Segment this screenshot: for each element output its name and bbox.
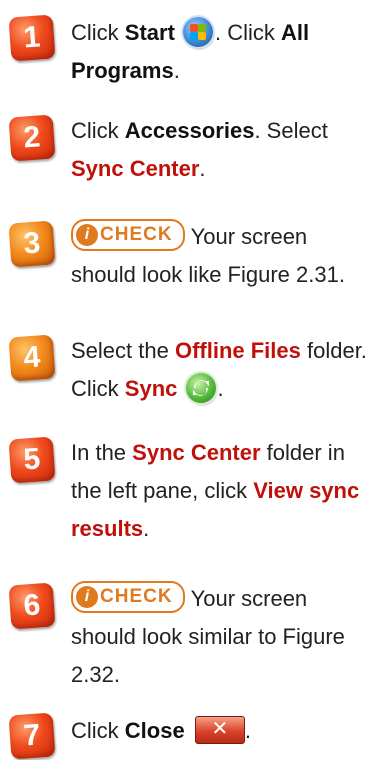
sync-center-emphasis: Sync Center <box>71 156 200 181</box>
text-run: . <box>217 376 224 401</box>
step-text: Click Accessories. Select Sync Center. <box>71 112 376 188</box>
accessories-emphasis: Accessories <box>124 118 255 143</box>
close-emphasis: Close <box>124 718 185 743</box>
windows-start-orb-icon <box>183 17 214 48</box>
sync-emphasis: Sync <box>124 376 178 401</box>
text-run: . <box>199 156 206 181</box>
step-text: Select the Offline Files folder. Click S… <box>71 332 376 408</box>
text-run: . <box>244 718 251 743</box>
start-emphasis: Start <box>124 20 175 45</box>
check-label: CHECK <box>100 586 173 608</box>
text-run: Select the <box>71 338 175 363</box>
text-run: . Click <box>215 20 282 45</box>
step-text: i CHECK Your screen should look like Figur… <box>71 218 376 294</box>
check-label: CHECK <box>100 224 173 246</box>
check-exclamation-icon: i <box>76 224 98 247</box>
text-run: Click <box>71 20 125 45</box>
step-number-badge: 5 <box>8 436 56 484</box>
step-text: Click Close ✕. <box>71 712 376 750</box>
text-run: Click <box>71 718 125 743</box>
step-text: Click Start . Click All Programs. <box>71 14 376 90</box>
step-number-badge: 6 <box>8 582 56 630</box>
step-number-badge: 7 <box>8 712 56 760</box>
step-number-badge: 1 <box>8 14 56 62</box>
step-number-badge: 4 <box>8 334 56 382</box>
close-x-icon: ✕ <box>194 716 245 745</box>
step-number-badge: 2 <box>8 114 56 162</box>
step-text: In the Sync Center folder in the left pa… <box>71 434 376 548</box>
text-run: . <box>143 516 150 541</box>
text-run: . Select <box>254 118 328 143</box>
check-badge: i CHECK <box>71 219 185 252</box>
check-badge: i CHECK <box>71 581 185 614</box>
sync-arrow-icon <box>185 373 216 404</box>
offline-files-emphasis: Offline Files <box>174 338 301 363</box>
sync-center-emphasis: Sync Center <box>132 440 261 465</box>
step-text: i CHECK Your screen should look similar to… <box>71 580 376 694</box>
text-run: In the <box>71 440 133 465</box>
step-number-badge: 3 <box>8 220 56 268</box>
text-run: Click <box>71 118 125 143</box>
check-exclamation-icon: i <box>76 586 98 609</box>
text-run: . <box>173 58 180 83</box>
